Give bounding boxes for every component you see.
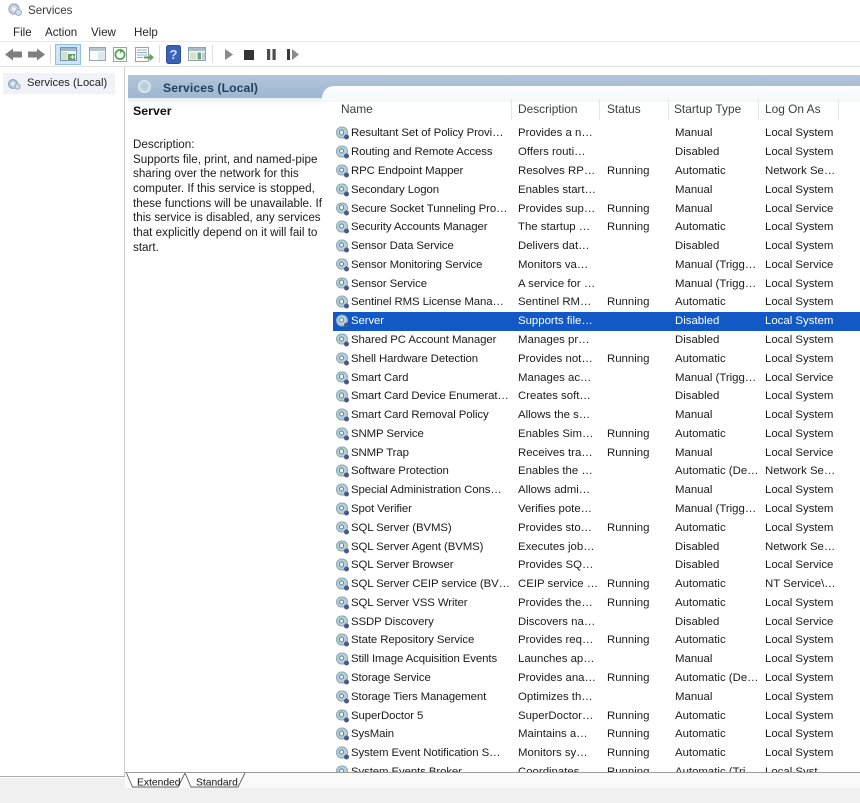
svg-text:?: ?: [170, 47, 178, 62]
svg-text:Extended: Extended: [137, 777, 181, 788]
svg-text:Standard: Standard: [196, 777, 238, 788]
